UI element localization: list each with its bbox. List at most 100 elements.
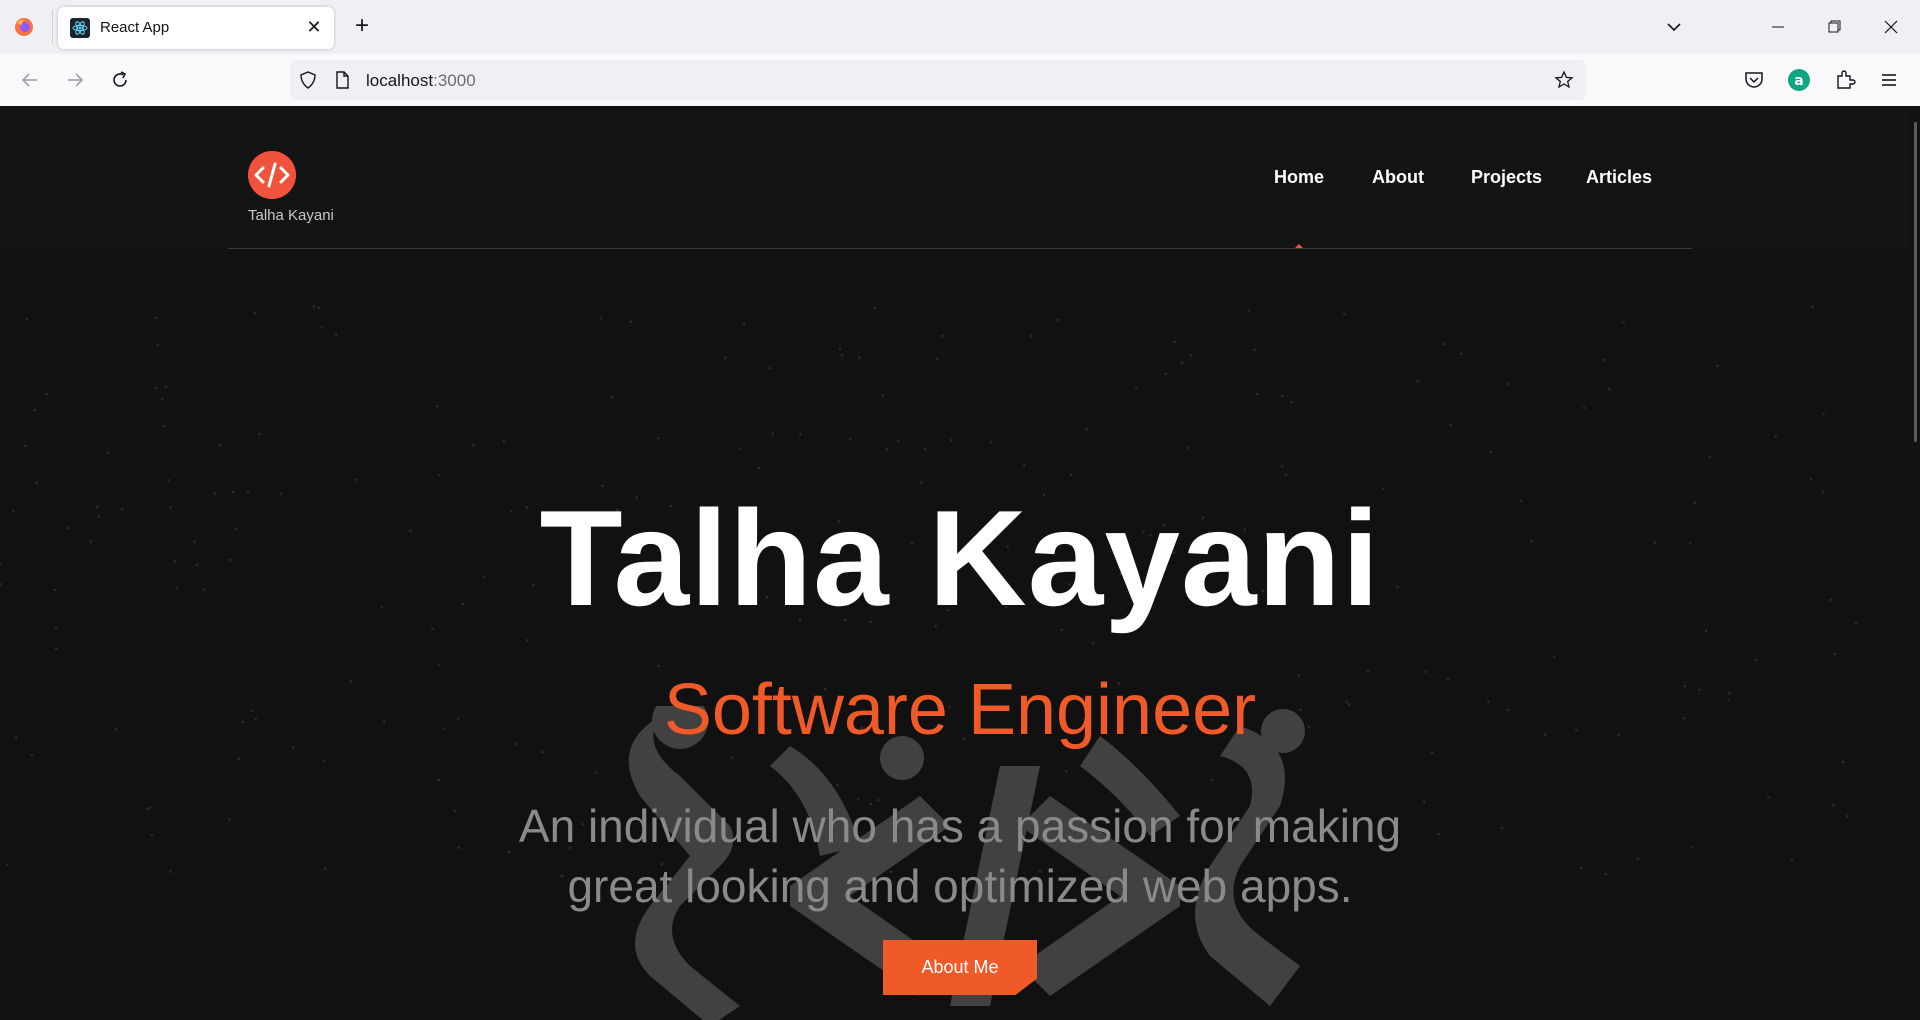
background-dot xyxy=(1774,435,1777,438)
background-dot xyxy=(936,357,939,361)
page-icon xyxy=(336,71,349,89)
background-dot xyxy=(757,466,760,470)
background-dot xyxy=(437,778,440,782)
background-dot xyxy=(611,395,614,399)
background-dot xyxy=(526,639,529,642)
tab-close-icon[interactable]: ✕ xyxy=(302,15,326,39)
bookmark-star-icon[interactable] xyxy=(1554,70,1574,90)
browser-tab[interactable]: React App ✕ xyxy=(58,7,334,49)
new-tab-button[interactable]: + xyxy=(348,12,376,40)
firefox-icon[interactable] xyxy=(14,17,34,37)
background-dot xyxy=(30,753,34,757)
background-dot xyxy=(35,481,38,485)
url-text[interactable]: localhost:3000 xyxy=(366,71,476,91)
background-dot xyxy=(323,759,326,762)
tab-list-icon[interactable] xyxy=(1660,14,1688,40)
background-dot xyxy=(1449,423,1452,427)
url-bar[interactable]: localhost:3000 xyxy=(290,60,1586,100)
nav-home[interactable]: Home xyxy=(1274,167,1324,188)
background-dot xyxy=(471,443,475,447)
shield-icon[interactable] xyxy=(298,70,318,90)
background-dot xyxy=(1489,450,1493,454)
background-dot xyxy=(1552,655,1556,658)
background-dot xyxy=(1636,857,1640,861)
background-dot xyxy=(54,626,58,630)
background-dot xyxy=(1189,354,1192,357)
account-icon[interactable]: a xyxy=(1787,68,1811,92)
background-dot xyxy=(1070,473,1073,476)
svg-text:a: a xyxy=(1794,73,1803,89)
background-dot xyxy=(599,317,603,320)
app-menu-icon[interactable] xyxy=(1877,68,1901,92)
background-dot xyxy=(771,432,774,435)
background-dot xyxy=(1186,446,1190,449)
background-dot xyxy=(167,479,170,482)
background-dot xyxy=(799,433,802,436)
nav-projects[interactable]: Projects xyxy=(1471,167,1542,188)
about-me-button[interactable]: About Me xyxy=(883,940,1037,995)
background-dot xyxy=(990,441,993,444)
extensions-icon[interactable] xyxy=(1833,68,1857,92)
background-dot xyxy=(435,404,439,408)
reload-icon[interactable] xyxy=(106,66,134,94)
background-dot xyxy=(881,394,885,397)
background-dot xyxy=(1164,372,1168,376)
forward-icon[interactable] xyxy=(61,66,89,94)
pocket-icon[interactable] xyxy=(1742,68,1766,92)
background-dot xyxy=(629,320,633,323)
background-dot xyxy=(1416,380,1419,383)
background-dot xyxy=(1255,392,1259,396)
background-dot xyxy=(1290,401,1293,404)
background-dot xyxy=(354,478,357,481)
back-icon[interactable] xyxy=(16,66,44,94)
tab-separator xyxy=(52,10,53,44)
background-dot xyxy=(150,833,154,837)
background-dot xyxy=(317,306,321,309)
background-dot xyxy=(1180,361,1184,365)
background-dot xyxy=(156,343,160,347)
background-dot xyxy=(1443,342,1446,346)
background-dot xyxy=(1253,348,1256,351)
background-dot xyxy=(334,333,338,336)
nav-articles[interactable]: Articles xyxy=(1586,167,1652,188)
background-dot xyxy=(1582,406,1586,410)
background-dot xyxy=(1708,455,1712,459)
url-port: :3000 xyxy=(433,71,476,90)
background-dot xyxy=(228,818,231,821)
background-dot xyxy=(1704,629,1708,632)
background-dot xyxy=(1284,473,1288,477)
brand-name[interactable]: Talha Kayani xyxy=(248,207,334,224)
background-dot xyxy=(1280,465,1284,468)
minimize-icon[interactable] xyxy=(1764,14,1792,40)
background-dot xyxy=(438,473,441,477)
background-dot xyxy=(431,627,434,631)
code-logo-icon[interactable] xyxy=(248,151,296,199)
background-dot xyxy=(219,444,222,447)
background-dot xyxy=(1135,386,1138,390)
background-dot xyxy=(896,439,900,443)
nav-about[interactable]: About xyxy=(1372,167,1424,188)
background-dot xyxy=(840,353,844,357)
background-dot xyxy=(1173,340,1176,344)
background-dot xyxy=(739,447,742,450)
window-close-icon[interactable] xyxy=(1877,14,1905,40)
scrollbar-thumb[interactable] xyxy=(1914,122,1917,442)
background-dot xyxy=(1280,394,1284,398)
background-dot xyxy=(1247,309,1250,312)
background-dot xyxy=(169,870,172,873)
background-dot xyxy=(1430,751,1434,755)
page-scrollbar[interactable] xyxy=(1908,106,1920,1020)
background-dot xyxy=(1507,382,1510,386)
background-dot xyxy=(941,334,944,337)
background-dot xyxy=(1754,658,1758,661)
hero-title: Talha Kayani xyxy=(539,482,1381,634)
background-dot xyxy=(145,807,149,811)
background-dot xyxy=(1832,803,1835,807)
restore-icon[interactable] xyxy=(1820,14,1848,40)
background-dot xyxy=(949,438,953,442)
background-dot xyxy=(1809,478,1813,481)
web-page: Talha Kayani Home About Projects Article… xyxy=(0,106,1908,1020)
browser-tab-bar: React App ✕ + xyxy=(0,0,1920,54)
background-dot xyxy=(33,409,36,412)
background-dot xyxy=(1500,827,1504,830)
